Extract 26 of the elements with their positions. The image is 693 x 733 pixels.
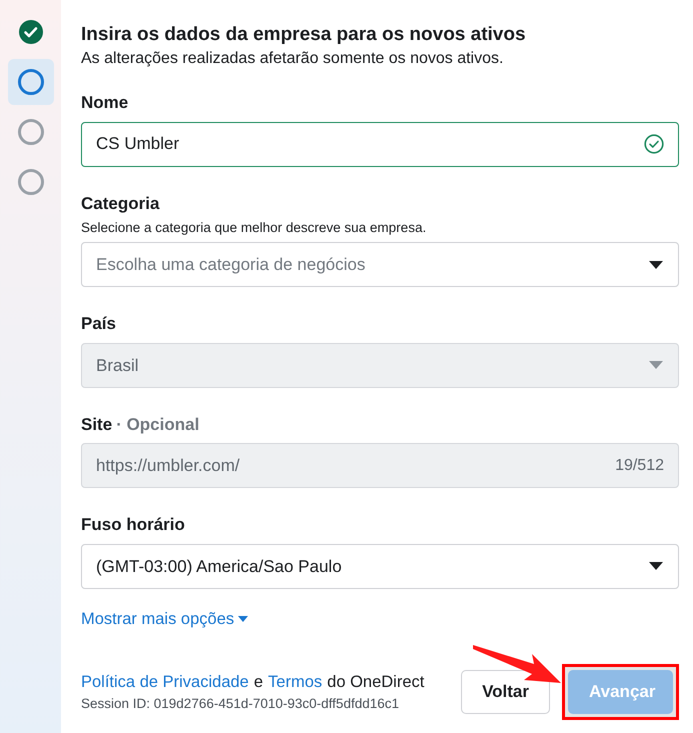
select-field[interactable]: (GMT-03:00) America/Sao Paulo (81, 544, 679, 589)
field-label: Nome (81, 92, 128, 114)
back-button[interactable]: Voltar (461, 670, 550, 714)
check-circle-icon (644, 134, 664, 154)
field-label: Site (81, 414, 112, 436)
caret-icon (648, 360, 664, 370)
field-label: País (81, 313, 116, 336)
privacy-link[interactable]: Política de Privacidade (81, 670, 249, 694)
char-counter: 19/512 (615, 456, 664, 476)
session-id: Session ID: 019d2766-451d-7010-93c0-dff5dfdd16c1 (81, 695, 400, 714)
select-field[interactable]: Escolha uma categoria de negócios (81, 242, 679, 288)
show-more-link[interactable]: Mostrar mais opções (81, 606, 248, 632)
field-help: Selecione a categoria que melhor descreve sua empresa. (81, 219, 428, 237)
conjunction-text: e (254, 672, 264, 692)
page-subtitle: As alterações realizadas afetarão somente os novos ativos. (81, 49, 504, 69)
pointer-arrow-icon (472, 643, 562, 685)
terms-link[interactable]: Termos (268, 670, 322, 694)
input-field[interactable]: CS Umbler (81, 122, 679, 166)
page-title: Insira os dados da empresa para os novos ativos (81, 23, 527, 47)
footer-text: do OneDirect (327, 672, 424, 692)
optional-label: · Opcional (116, 414, 200, 436)
caret-icon (648, 561, 664, 572)
field-label: Fuso horário (81, 514, 185, 536)
caret-icon (648, 260, 664, 270)
caret-icon (238, 616, 248, 622)
field-label: Categoria (81, 192, 160, 215)
